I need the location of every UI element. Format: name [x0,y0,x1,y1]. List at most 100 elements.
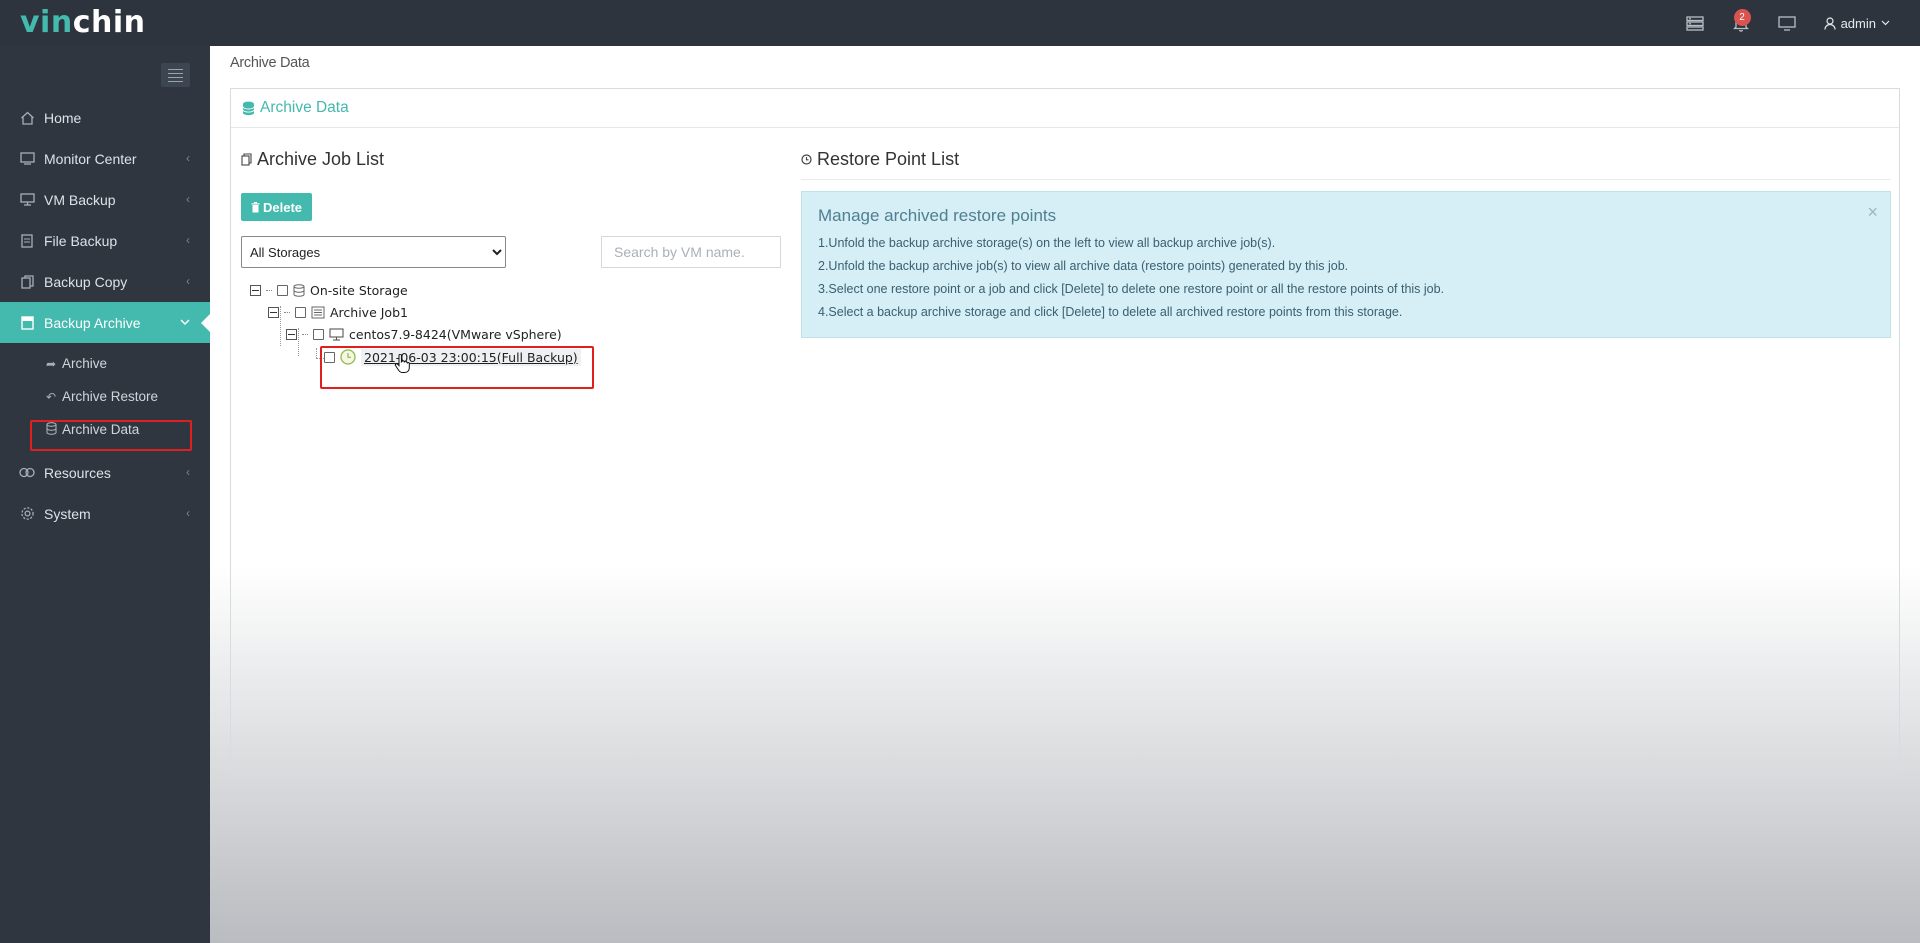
clock-icon [340,349,356,365]
sidebar-item-home[interactable]: Home [0,97,210,138]
resources-icon [18,466,36,479]
backup-archive-submenu: ➦ Archive ↶ Archive Restore Archive Data [0,343,210,452]
sidebar-item-resources[interactable]: Resources ‹ [0,452,210,493]
database-icon [293,283,305,297]
job-list-icon [241,152,252,166]
restore-point-label[interactable]: 2021-06-03 23:00:15(Full Backup) [361,348,581,366]
archive-icon [18,315,36,330]
chevron-down-icon [1881,20,1890,26]
chevron-left-icon: ‹ [186,506,190,520]
user-icon [1823,16,1836,30]
sidebar-item-label: Monitor Center [44,150,137,167]
sidebar-toggle-button[interactable] [161,63,190,87]
restore-point-list-title: Restore Point List [801,145,1891,180]
main-content: Archive Data Archive Data Archive Job Li… [210,46,1920,943]
sidebar-subitem-archive[interactable]: ➦ Archive [0,347,210,380]
restore-point-checkbox[interactable] [324,351,335,363]
sidebar-item-label: Backup Archive [44,314,141,331]
vinchin-logo[interactable]: vinchin [20,0,145,46]
chevron-left-icon: ‹ [186,192,190,206]
sidebar-subitem-label: Archive [62,356,108,371]
info-line: 3.Select one restore point or a job and … [818,282,1445,296]
panel-title: Archive Data [260,99,349,116]
top-bar: vinchin 2 admin [0,0,1920,46]
chevron-left-icon: ‹ [186,233,190,247]
notification-button[interactable]: 2 [1718,0,1764,46]
list-icon [311,306,325,319]
job-checkbox[interactable] [295,306,306,318]
vm-checkbox[interactable] [313,328,324,340]
database-icon [44,421,58,438]
delete-button-label: Delete [262,199,303,215]
desktop-icon [18,193,36,206]
sidebar-item-vm-backup[interactable]: VM Backup ‹ [0,179,210,220]
tree-node-restore-point: 2021-06-03 23:00:15(Full Backup) [324,347,581,367]
section-title-text: Restore Point List [817,148,960,169]
file-icon [18,233,36,248]
info-title: Manage archived restore points [818,206,1057,225]
top-right-tools: 2 admin [1672,0,1920,46]
chevron-left-icon: ‹ [186,151,190,165]
sidebar: Home Monitor Center ‹ VM Backup ‹ File B… [0,46,210,943]
clock-icon [801,153,812,165]
sidebar-subitem-archive-data[interactable]: Archive Data [0,413,210,446]
archive-data-panel: Archive Data Archive Job List Delete All… [230,88,1900,774]
chevron-left-icon: ‹ [186,465,190,479]
search-vm-input[interactable] [601,236,781,268]
sidebar-item-file-backup[interactable]: File Backup ‹ [0,220,210,261]
storage-select[interactable]: All Storages [241,236,506,268]
tree-node-label[interactable]: centos7.9-8424(VMware vSphere) [349,327,562,342]
close-icon[interactable]: × [1867,202,1878,223]
archive-job-list-title: Archive Job List [241,145,771,173]
collapse-toggle[interactable] [286,328,297,340]
section-title-text: Archive Job List [257,148,385,169]
collapse-toggle[interactable] [250,284,261,296]
server-list-icon[interactable] [1672,0,1718,46]
share-icon: ➦ [45,356,57,371]
sidebar-item-label: System [44,505,91,522]
notification-badge: 2 [1733,9,1751,26]
collapse-toggle[interactable] [268,306,279,318]
home-icon [18,111,36,125]
info-line: 2.Unfold the backup archive job(s) to vi… [818,259,1349,273]
sidebar-item-backup-archive[interactable]: Backup Archive [0,302,210,343]
sidebar-item-monitor-center[interactable]: Monitor Center ‹ [0,138,210,179]
chevron-down-icon [180,315,190,329]
gear-icon [18,506,36,521]
info-line: 4.Select a backup archive storage and cl… [818,305,1403,319]
storage-checkbox[interactable] [277,284,288,296]
panel-header: Archive Data [231,89,1899,128]
sidebar-subitem-archive-restore[interactable]: ↶ Archive Restore [0,380,210,413]
breadcrumb: Archive Data [230,55,310,71]
restore-point-list-section: Restore Point List Manage archived resto… [801,145,1891,338]
monitor-icon [18,152,36,165]
sidebar-subitem-label: Archive Data [62,422,140,437]
archive-job-list-section: Archive Job List Delete All Storages [241,145,781,268]
copy-icon [18,274,36,289]
info-line: 1.Unfold the backup archive storage(s) o… [818,236,1276,250]
sidebar-item-label: VM Backup [44,191,116,208]
tree-node-job: Archive Job1 [268,302,408,322]
screen-icon[interactable] [1764,0,1810,46]
logo-text-vin: vin [20,5,73,40]
user-name: admin [1840,15,1876,31]
trash-icon [251,201,260,212]
info-alert: Manage archived restore points 1.Unfold … [801,191,1891,338]
tree-node-label[interactable]: Archive Job1 [330,305,408,320]
sidebar-subitem-label: Archive Restore [62,389,159,404]
tree-node-vm: centos7.9-8424(VMware vSphere) [286,324,562,344]
chevron-left-icon: ‹ [186,274,190,288]
sidebar-item-backup-copy[interactable]: Backup Copy ‹ [0,261,210,302]
sidebar-item-label: File Backup [44,232,118,249]
database-icon [242,101,255,115]
sidebar-item-label: Backup Copy [44,273,128,290]
sidebar-item-label: Resources [44,464,111,481]
sidebar-item-system[interactable]: System ‹ [0,493,210,534]
user-menu[interactable]: admin [1810,0,1920,46]
tree-connector [316,348,317,358]
delete-button[interactable]: Delete [241,193,312,221]
tree-node-label[interactable]: On-site Storage [310,283,408,298]
desktop-icon [329,327,344,341]
logo-text-chin: chin [72,5,146,40]
sidebar-nav: Home Monitor Center ‹ VM Backup ‹ File B… [0,97,210,534]
